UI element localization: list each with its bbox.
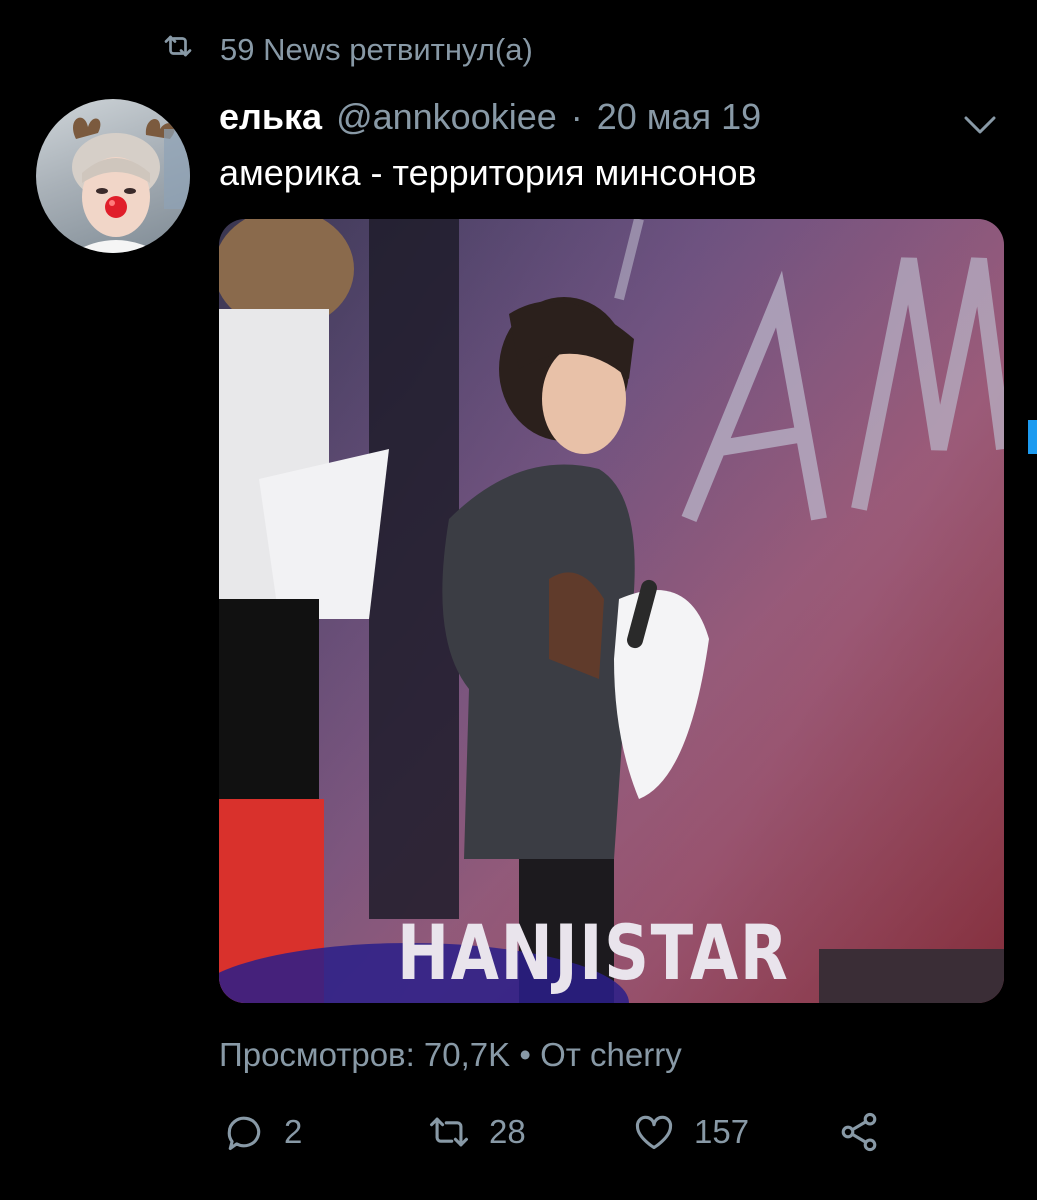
retweet-count: 28 — [489, 1113, 526, 1150]
tweet-date[interactable]: 20 мая 19 — [597, 96, 761, 138]
video-thumbnail[interactable]: HANJISTAR — [219, 219, 1004, 1003]
video-frame — [219, 219, 1004, 1003]
retweet-button[interactable]: 28 — [427, 1110, 632, 1154]
views-count: Просмотров: 70,7K — [219, 1036, 511, 1073]
share-icon — [841, 1112, 877, 1152]
author-name[interactable]: елька — [219, 96, 322, 138]
share-button[interactable] — [837, 1110, 881, 1154]
like-button[interactable]: 157 — [632, 1110, 837, 1154]
action-bar: 2 28 157 — [222, 1110, 881, 1154]
retweet-context[interactable]: 59 News ретвитнул(а) — [160, 28, 533, 72]
stats-bullet: • — [519, 1036, 531, 1073]
chevron-down-icon[interactable] — [960, 110, 1000, 138]
scroll-marker — [1028, 420, 1037, 454]
heart-icon — [635, 1115, 673, 1150]
reply-button[interactable]: 2 — [222, 1110, 427, 1154]
video-source[interactable]: От cherry — [540, 1036, 682, 1073]
avatar[interactable] — [36, 99, 190, 253]
view-stats: Просмотров: 70,7K • От cherry — [219, 1036, 682, 1074]
separator: · — [570, 96, 583, 137]
video-watermark: HANJISTAR — [397, 908, 790, 997]
retweet-icon — [160, 28, 196, 72]
tweet-header: елька @annkookiee · 20 мая 19 — [219, 96, 761, 138]
like-count: 157 — [694, 1113, 750, 1150]
retweet-icon — [430, 1117, 468, 1147]
reply-icon — [227, 1116, 261, 1151]
reply-count: 2 — [284, 1113, 303, 1150]
tweet-text: америка - территория минсонов — [219, 152, 757, 193]
retweet-text: 59 News ретвитнул(а) — [220, 32, 533, 67]
author-handle[interactable]: @annkookiee — [336, 96, 557, 138]
